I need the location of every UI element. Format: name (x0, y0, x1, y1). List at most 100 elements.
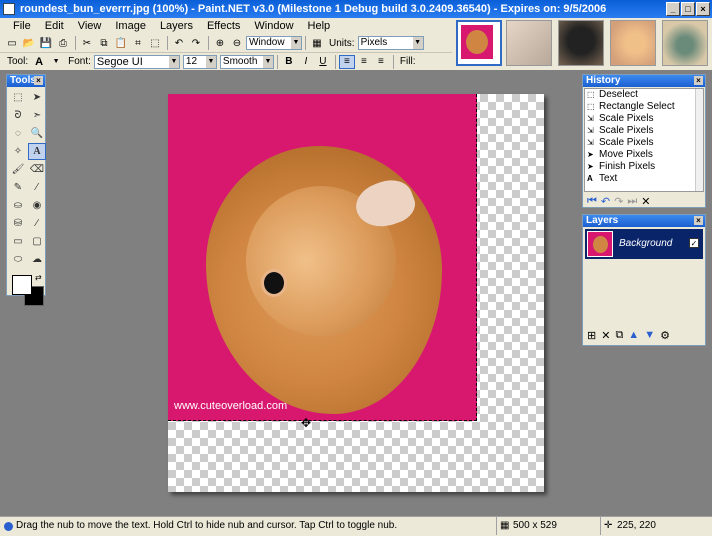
move-selection-icon[interactable]: ➤ (28, 89, 46, 106)
toolbar-separator (208, 36, 209, 50)
history-item[interactable]: ⬚ Deselect (585, 89, 703, 101)
redo-icon[interactable]: ↷ (614, 195, 623, 208)
add-layer-icon[interactable]: ⊞ (587, 329, 596, 342)
bold-button[interactable]: B (281, 55, 297, 69)
layer-item[interactable]: Background ✓ (585, 229, 703, 259)
menu-image[interactable]: Image (108, 18, 153, 34)
move-layer-down-icon[interactable]: ▼ (644, 329, 655, 342)
smoothing-select[interactable]: Smooth ▼ (219, 54, 274, 69)
clone-stamp-icon[interactable]: ⛀ (9, 197, 27, 214)
fast-forward-icon[interactable]: ⏭ (627, 195, 637, 208)
eraser-icon[interactable]: ⌫ (28, 161, 46, 178)
image-tab-4[interactable] (610, 20, 656, 66)
paintbrush-icon[interactable]: 🖌 (9, 161, 27, 178)
copy-icon[interactable]: ⧉ (96, 36, 112, 50)
image-canvas[interactable]: www.cuteoverload.com (168, 94, 544, 492)
new-icon[interactable]: ▭ (4, 36, 20, 50)
rounded-rectangle-icon[interactable]: ▢ (28, 233, 46, 250)
history-item[interactable]: ⇲ Scale Pixels (585, 125, 703, 137)
pencil-icon[interactable]: ✎ (9, 179, 27, 196)
swap-colors-icon[interactable]: ⇄ (35, 273, 42, 282)
units-select[interactable]: Pixels ▼ (357, 36, 424, 50)
units-label: Units: (329, 37, 355, 49)
redo-icon[interactable]: ↷ (188, 36, 204, 50)
font-size-select[interactable]: 12 ▼ (182, 54, 217, 69)
history-scrollbar[interactable] (695, 89, 703, 191)
menu-file[interactable]: File (6, 18, 38, 34)
magic-wand-icon[interactable]: ✧ (9, 143, 27, 160)
history-item[interactable]: ⬚ Rectangle Select (585, 101, 703, 113)
zoom-in-icon[interactable]: ⊕ (212, 36, 228, 50)
rectangle-icon[interactable]: ▭ (9, 233, 27, 250)
recolor-icon[interactable]: ◉ (28, 197, 46, 214)
align-left-icon[interactable]: ≡ (338, 54, 355, 69)
layer-visibility-checkbox[interactable]: ✓ (689, 238, 699, 248)
primary-color-swatch[interactable] (12, 275, 32, 295)
history-item[interactable]: ➤ Move Pixels (585, 149, 703, 161)
history-item[interactable]: A Text (585, 173, 703, 185)
minimize-button[interactable]: _ (666, 2, 680, 16)
menu-effects[interactable]: Effects (200, 18, 247, 34)
rewind-icon[interactable]: ⏮ (587, 195, 597, 208)
undo-icon[interactable]: ↶ (171, 36, 187, 50)
deselect-icon[interactable]: ⬚ (147, 36, 163, 50)
zoom-out-icon[interactable]: ⊖ (229, 36, 245, 50)
delete-layer-icon[interactable]: ✕ (601, 329, 610, 342)
color-picker[interactable]: ⇄ (9, 272, 44, 310)
text-tool-icon[interactable]: A (28, 143, 46, 160)
color-picker-icon[interactable]: ⁄ (28, 179, 46, 196)
lasso-select-icon[interactable]: ᘐ (9, 107, 27, 124)
font-select[interactable]: Segoe UI ▼ (93, 54, 180, 69)
image-tab-bunny-active[interactable] (456, 20, 502, 66)
undo-icon[interactable]: ↶ (601, 195, 610, 208)
italic-button[interactable]: I (298, 55, 314, 69)
ellipse-select-icon[interactable]: ◌ (9, 125, 27, 142)
menu-edit[interactable]: Edit (38, 18, 71, 34)
close-icon[interactable]: × (694, 216, 703, 225)
open-icon[interactable]: 📂 (21, 36, 37, 50)
history-list[interactable]: ⬚ Deselect ⬚ Rectangle Select ⇲ Scale Pixel… (584, 88, 704, 192)
align-center-icon[interactable]: ≡ (356, 55, 372, 69)
paste-icon[interactable]: 📋 (113, 36, 129, 50)
history-item[interactable]: ⇲ Scale Pixels (585, 137, 703, 149)
print-icon[interactable]: ⎙ (55, 36, 71, 50)
zoom-select[interactable]: Window ▼ (246, 36, 302, 50)
text-tool-indicator[interactable]: A (31, 55, 47, 69)
menu-help[interactable]: Help (301, 18, 338, 34)
move-layer-up-icon[interactable]: ▲ (628, 329, 639, 342)
chevron-down-icon[interactable]: ▼ (48, 55, 64, 69)
close-button[interactable]: × (696, 2, 710, 16)
save-icon[interactable]: 💾 (38, 36, 54, 50)
crop-icon[interactable]: ⌗ (130, 36, 146, 50)
layer-properties-icon[interactable]: ⚙ (660, 329, 670, 342)
delete-history-icon[interactable]: ✕ (641, 195, 650, 208)
move-selected-icon[interactable]: ➣ (28, 107, 46, 124)
image-tab-5[interactable] (662, 20, 708, 66)
ellipse-icon[interactable]: ⬭ (9, 251, 27, 268)
close-icon[interactable]: × (34, 76, 43, 85)
rectangle-select-icon[interactable]: ⬚ (9, 89, 27, 106)
menu-layers[interactable]: Layers (153, 18, 200, 34)
menu-window[interactable]: Window (247, 18, 300, 34)
line-curve-icon[interactable]: ∕ (28, 215, 46, 232)
bunny-thumbnail-icon (593, 236, 608, 253)
move-nub-icon[interactable]: ✥ (300, 417, 312, 429)
underline-button[interactable]: U (315, 55, 331, 69)
grid-icon[interactable]: ▦ (309, 36, 325, 50)
duplicate-layer-icon[interactable]: ⧉ (615, 329, 623, 342)
image-size-icon: ▦ (500, 520, 510, 531)
history-item[interactable]: ⇲ Scale Pixels (585, 113, 703, 125)
tools-panel: Tools × ⬚ ➤ ᘐ ➣ ◌ 🔍 ✧ A 🖌 ⌫ ✎ ⁄ ⛀ ◉ ⛁ ∕ … (6, 74, 46, 306)
zoom-icon[interactable]: 🔍 (28, 125, 46, 142)
maximize-button[interactable]: □ (681, 2, 695, 16)
history-item[interactable]: ➤ Finish Pixels (585, 161, 703, 173)
close-icon[interactable]: × (694, 76, 703, 85)
image-tab-2[interactable] (506, 20, 552, 66)
paint-bucket-icon[interactable]: ⛁ (9, 215, 27, 232)
cut-icon[interactable]: ✂ (79, 36, 95, 50)
menu-view[interactable]: View (71, 18, 109, 34)
align-right-icon[interactable]: ≡ (373, 55, 389, 69)
freeform-shape-icon[interactable]: ☁ (28, 251, 46, 268)
image-tab-3[interactable] (558, 20, 604, 66)
bunny-thumbnail-icon (466, 30, 488, 54)
